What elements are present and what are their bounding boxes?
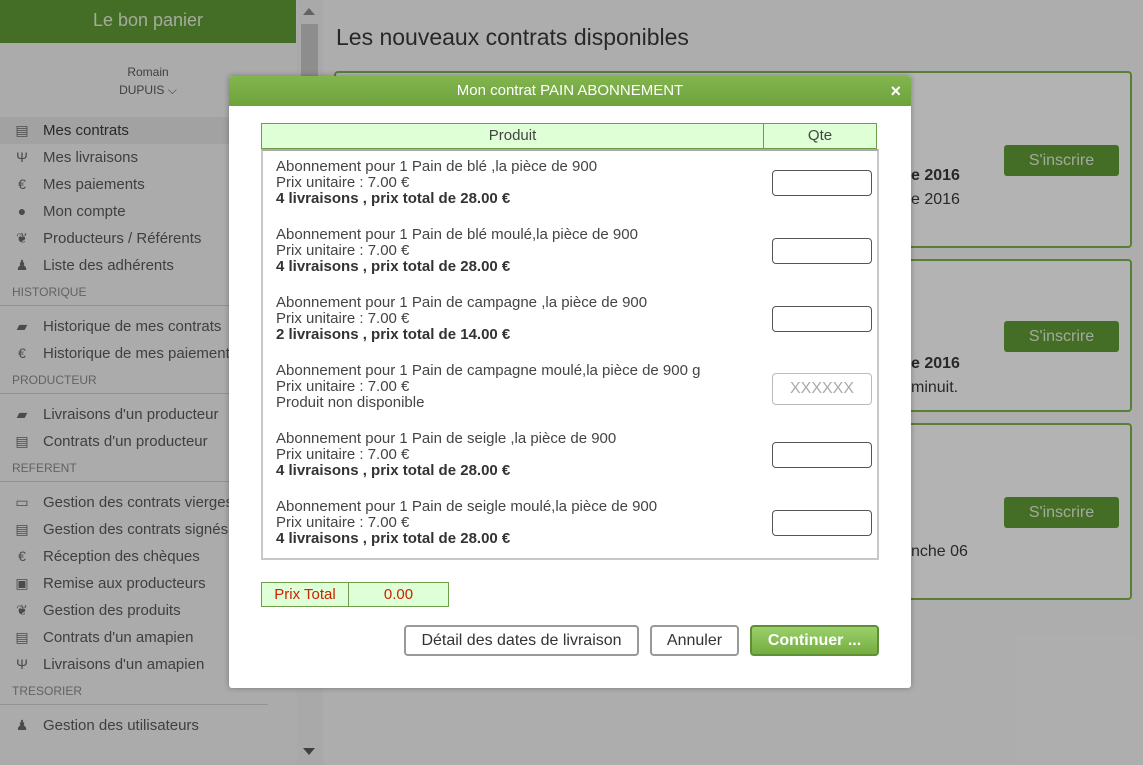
detail-dates-button[interactable]: Détail des dates de livraison bbox=[404, 625, 639, 656]
column-header-qte: Qte bbox=[764, 123, 877, 149]
list-item: Abonnement pour 1 Pain de seigle moulé,l… bbox=[276, 499, 872, 559]
list-item: Abonnement pour 1 Pain de blé ,la pièce … bbox=[276, 159, 872, 219]
quantity-input[interactable] bbox=[772, 510, 872, 536]
list-item: Abonnement pour 1 Pain de seigle ,la piè… bbox=[276, 431, 872, 491]
quantity-input[interactable] bbox=[772, 442, 872, 468]
prix-total-value: 0.00 bbox=[349, 582, 449, 607]
modal-title: Mon contrat PAIN ABONNEMENT bbox=[456, 82, 684, 99]
list-item: Abonnement pour 1 Pain de campagne ,la p… bbox=[276, 295, 872, 355]
prix-total: Prix Total 0.00 bbox=[261, 582, 449, 607]
quantity-input[interactable] bbox=[772, 238, 872, 264]
modal-title-bar: Mon contrat PAIN ABONNEMENT × bbox=[229, 76, 911, 106]
prix-total-label: Prix Total bbox=[261, 582, 349, 607]
contract-modal: Mon contrat PAIN ABONNEMENT × Produit Qt… bbox=[229, 76, 911, 688]
products-list: Abonnement pour 1 Pain de blé ,la pièce … bbox=[261, 149, 879, 560]
quantity-input-disabled: XXXXXX bbox=[772, 373, 872, 405]
quantity-input[interactable] bbox=[772, 306, 872, 332]
close-icon[interactable]: × bbox=[890, 76, 901, 106]
list-item: Abonnement pour 1 Pain de campagne moulé… bbox=[276, 363, 872, 423]
cancel-button[interactable]: Annuler bbox=[650, 625, 739, 656]
continue-button[interactable]: Continuer ... bbox=[750, 625, 879, 656]
column-header-produit: Produit bbox=[261, 123, 764, 149]
table-header: Produit Qte bbox=[261, 123, 877, 149]
list-item: Abonnement pour 1 Pain de blé moulé,la p… bbox=[276, 227, 872, 287]
quantity-input[interactable] bbox=[772, 170, 872, 196]
